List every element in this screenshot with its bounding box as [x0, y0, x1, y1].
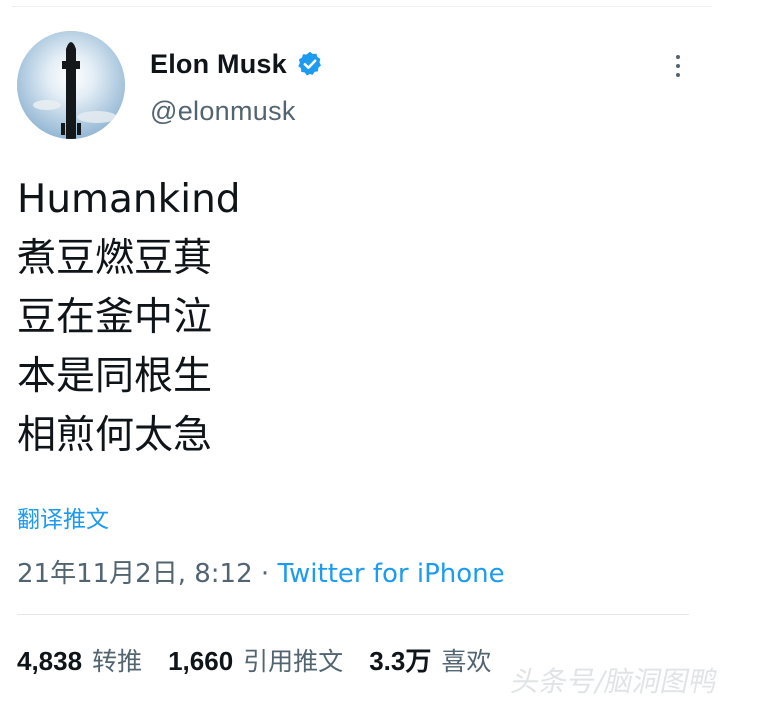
- engagement-stats: 4,838 转推 1,660 引用推文 3.3万 喜欢: [17, 641, 517, 678]
- more-dot: [676, 55, 680, 59]
- retweets-count: 4,838: [17, 646, 83, 676]
- verified-badge-icon: [296, 50, 324, 78]
- avatar-image: [17, 31, 125, 139]
- watermark: 头条号/脑洞图鸭: [508, 665, 721, 698]
- likes-label: 喜欢: [441, 647, 492, 676]
- quotes-stat[interactable]: 1,660 引用推文: [168, 642, 343, 678]
- tweet-line: 煮豆燃豆萁: [17, 236, 213, 281]
- tweet-timestamp[interactable]: 21年11月2日, 8:12: [17, 559, 253, 589]
- tweet-card: Elon Musk @elonmusk Humankind 煮豆燃豆萁 豆在釜中…: [0, 0, 768, 704]
- author-name-row: Elon Musk: [150, 44, 324, 84]
- stats-divider: [17, 614, 689, 615]
- retweets-stat[interactable]: 4,838 转推: [17, 642, 142, 678]
- tweet-line: Humankind: [17, 177, 241, 222]
- top-divider: [12, 6, 712, 7]
- tweet-text: Humankind 煮豆燃豆萁 豆在釜中泣 本是同根生 相煎何太急: [17, 170, 241, 465]
- tweet-line: 豆在釜中泣: [17, 295, 213, 340]
- quotes-count: 1,660: [168, 646, 234, 676]
- more-dot: [676, 73, 680, 77]
- tweet-line: 本是同根生: [17, 354, 213, 399]
- author-handle[interactable]: @elonmusk: [150, 96, 296, 127]
- likes-stat[interactable]: 3.3万 喜欢: [369, 641, 491, 678]
- quotes-label: 引用推文: [243, 647, 344, 676]
- translate-tweet-link[interactable]: 翻译推文: [17, 500, 109, 534]
- likes-count: 3.3万: [369, 646, 432, 676]
- avatar[interactable]: [17, 31, 125, 139]
- retweets-label: 转推: [92, 647, 143, 676]
- meta-separator: ·: [252, 559, 278, 589]
- tweet-source-link[interactable]: Twitter for iPhone: [277, 559, 504, 589]
- more-options-icon[interactable]: [664, 50, 692, 82]
- author-display-name[interactable]: Elon Musk: [150, 49, 287, 80]
- tweet-metadata: 21年11月2日, 8:12 · Twitter for iPhone: [17, 553, 505, 590]
- tweet-line: 相煎何太急: [17, 413, 213, 458]
- more-dot: [676, 64, 680, 68]
